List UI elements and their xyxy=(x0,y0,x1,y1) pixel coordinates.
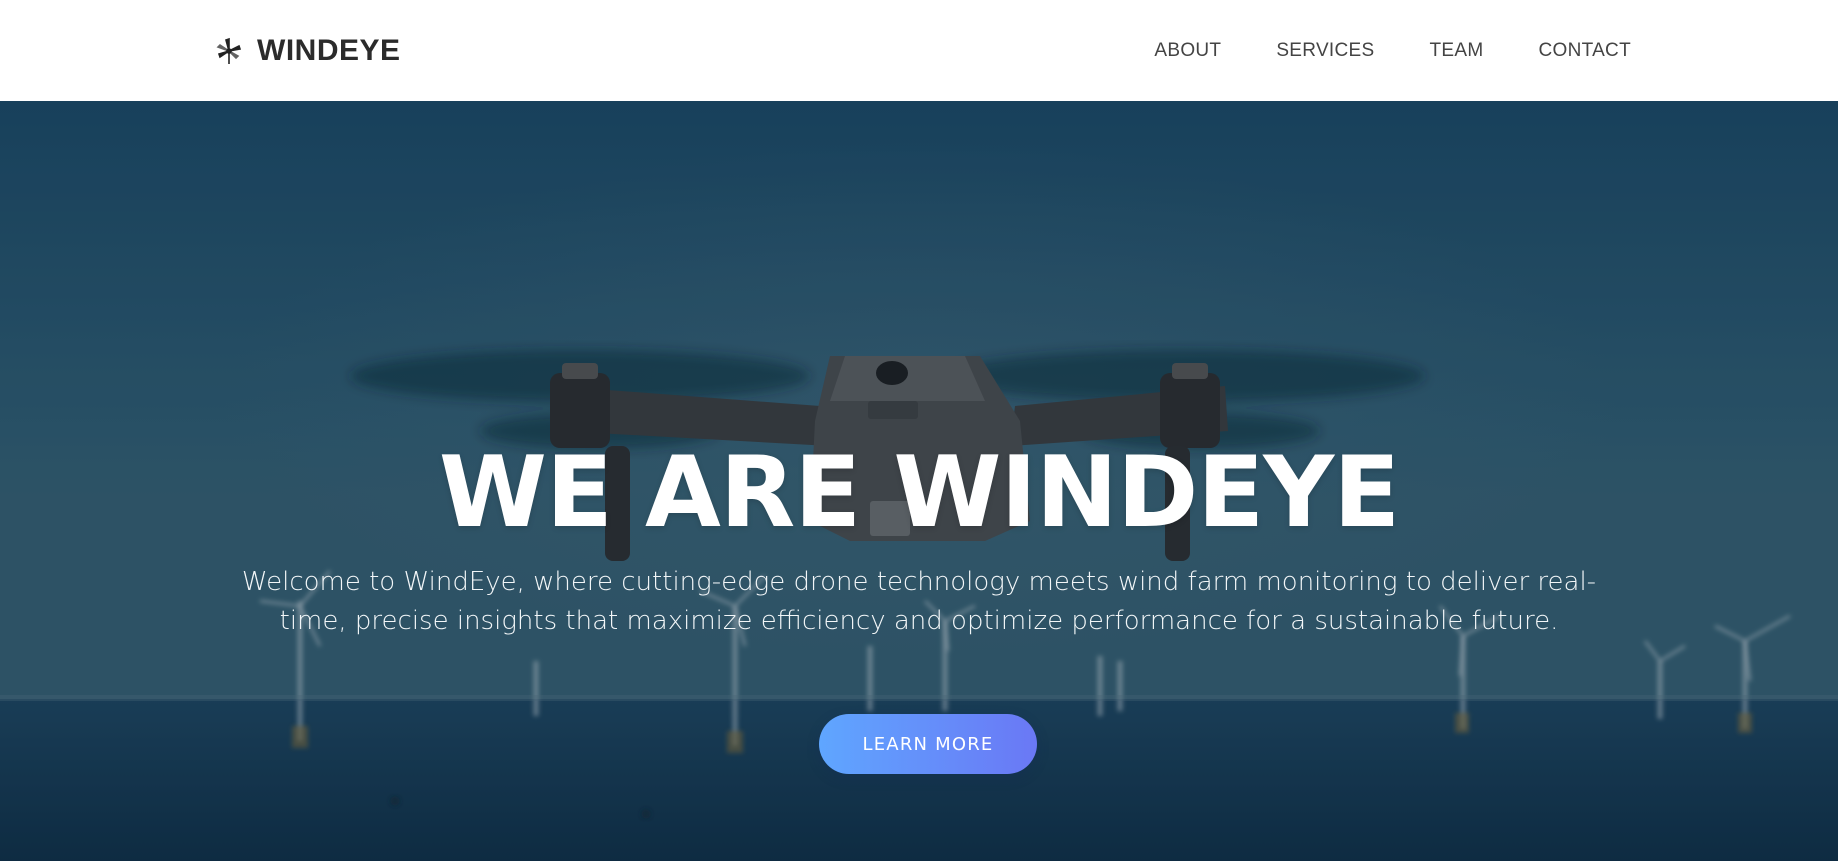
nav-item-contact[interactable]: CONTACT xyxy=(1538,40,1631,62)
top-navbar: WINDEYE ABOUT SERVICES TEAM CONTACT xyxy=(0,0,1838,101)
learn-more-button[interactable]: LEARN MORE xyxy=(819,714,1037,774)
windmill-icon xyxy=(216,37,242,64)
nav-item-team[interactable]: TEAM xyxy=(1429,40,1483,62)
main-nav: ABOUT SERVICES TEAM CONTACT xyxy=(1154,40,1631,62)
hero-title: WE ARE WINDEYE xyxy=(438,436,1400,550)
nav-item-about[interactable]: ABOUT xyxy=(1154,40,1221,62)
nav-item-services[interactable]: SERVICES xyxy=(1276,40,1374,62)
brand-name: WINDEYE xyxy=(257,33,401,67)
hero-subtitle: Welcome to WindEye, where cutting-edge d… xyxy=(241,567,1597,636)
brand-logo-link[interactable]: WINDEYE xyxy=(215,34,401,68)
hero-section: WE ARE WINDEYE Welcome to WindEye, where… xyxy=(0,101,1838,861)
